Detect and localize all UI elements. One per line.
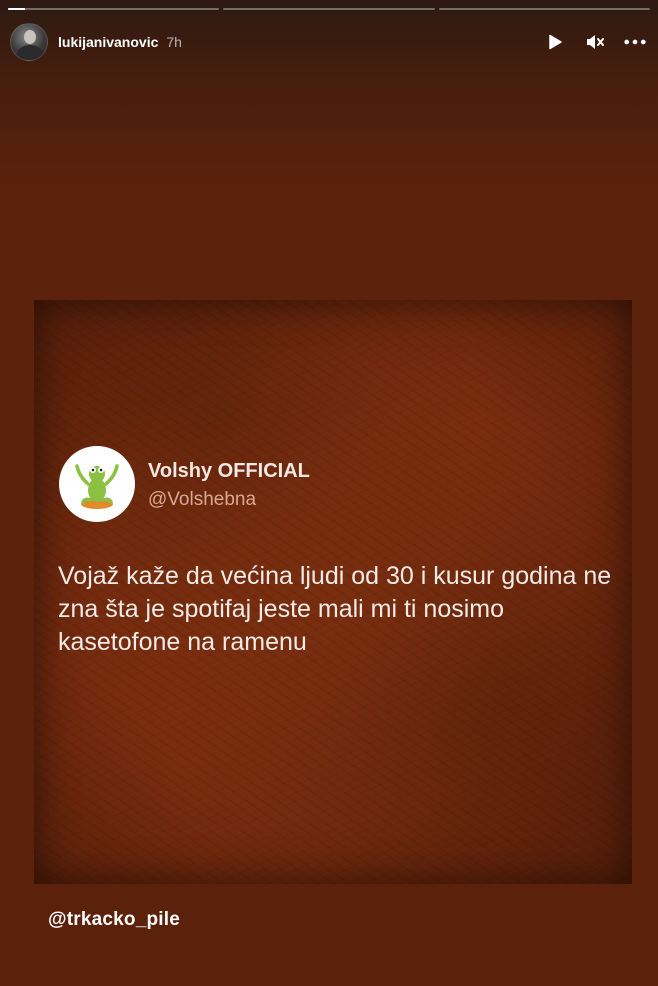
story-viewer: lukijanivanovic 7h Volshy OFFICIAL @Vols… — [0, 0, 658, 986]
mute-button[interactable] — [584, 31, 606, 53]
avatar-head — [24, 30, 36, 44]
tweet-author-handle: @Volshebna — [148, 489, 257, 510]
tweet-text: Vojaž kaže da većina ljudi od 30 i kusur… — [58, 562, 612, 656]
play-button[interactable] — [544, 31, 566, 53]
story-header: lukijanivanovic 7h — [10, 22, 646, 62]
progress-fill — [8, 8, 25, 10]
story-controls — [544, 31, 646, 53]
play-icon — [549, 34, 562, 50]
progress-segment — [8, 8, 220, 10]
mention-sticker[interactable]: @trkacko_pile — [48, 909, 180, 931]
shared-post-image[interactable]: Volshy OFFICIAL @Volshebna Vojaž kaže da… — [34, 300, 632, 884]
tweet-avatar — [59, 446, 135, 522]
tweet-author-name: Volshy OFFICIAL — [148, 460, 310, 482]
mute-icon — [587, 35, 604, 49]
avatar[interactable] — [10, 23, 48, 61]
username[interactable]: lukijanivanovic — [58, 34, 158, 50]
story-progress-bar — [8, 8, 650, 11]
story-timestamp: 7h — [166, 34, 182, 50]
frog-icon — [75, 464, 119, 509]
progress-segment — [438, 8, 650, 10]
more-options-icon — [624, 39, 646, 45]
more-options-button[interactable] — [624, 31, 646, 53]
progress-segment — [223, 8, 435, 10]
avatar-body — [17, 45, 43, 60]
